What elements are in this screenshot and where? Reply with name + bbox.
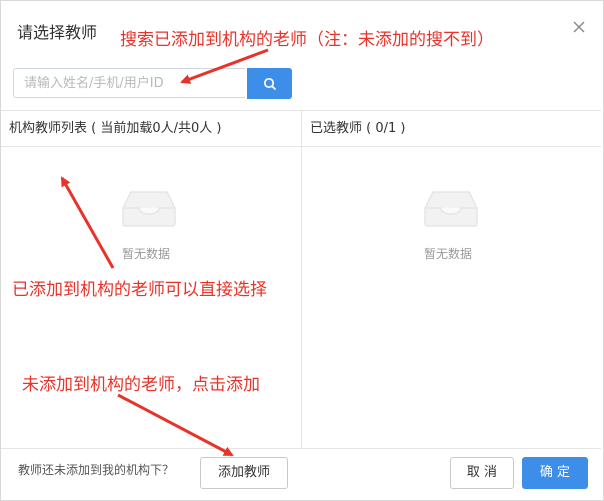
dialog-title: 请选择教师 [17, 23, 98, 42]
add-annotation: 未添加到机构的老师，点击添加 [22, 375, 260, 395]
select-annotation: 已添加到机构的老师可以直接选择 [12, 280, 267, 300]
search-input[interactable] [13, 68, 245, 98]
search-button[interactable] [247, 68, 292, 99]
cancel-button[interactable]: 取 消 [450, 457, 514, 489]
left-empty-text: 暂无数据 [122, 247, 171, 261]
selected-teacher-panel: 已选教师 ( 0/1 ) [302, 111, 601, 448]
add-teacher-hint: 教师还未添加到我的机构下？ [18, 463, 175, 477]
selected-teacher-header: 已选教师 ( 0/1 ) [302, 111, 601, 147]
inbox-icon [424, 191, 478, 227]
close-icon[interactable] [571, 19, 587, 35]
right-empty-text: 暂无数据 [424, 247, 473, 261]
search-icon [263, 77, 276, 90]
org-teacher-list-header: 机构教师列表 ( 当前加载0人/共0人 ) [1, 111, 301, 147]
search-annotation: 搜索已添加到机构的老师（注：未添加的搜不到） [120, 30, 494, 50]
confirm-button[interactable]: 确 定 [522, 457, 588, 489]
add-teacher-button[interactable]: 添加教师 [200, 457, 288, 489]
inbox-icon [122, 191, 176, 227]
